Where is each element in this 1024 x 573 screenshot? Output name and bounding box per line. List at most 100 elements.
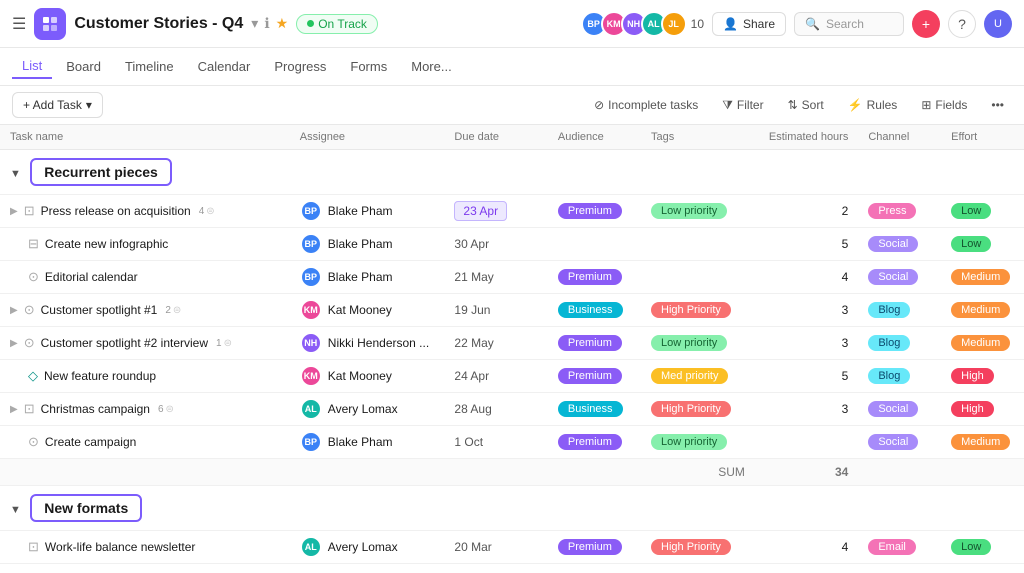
effort-cell: High: [941, 393, 1024, 426]
add-task-button[interactable]: + Add Task ▾: [12, 92, 103, 118]
tags-cell: Low priority: [641, 195, 755, 228]
due-date-cell: 1 Oct: [444, 426, 547, 459]
add-button[interactable]: +: [912, 10, 940, 38]
effort-badge: High: [951, 401, 994, 417]
table-row: ⊡ Work-life balance newsletter AL Avery …: [0, 531, 1024, 564]
tab-more[interactable]: More...: [401, 55, 461, 78]
tab-progress[interactable]: Progress: [264, 55, 336, 78]
section-toggle-recurrent[interactable]: ▼: [10, 168, 21, 180]
assignee-cell: KM Kat Mooney: [290, 360, 445, 393]
task-name[interactable]: Customer spotlight #1: [41, 303, 158, 317]
expand-arrow[interactable]: ▶: [10, 305, 18, 316]
chevron-down-icon[interactable]: ▾: [251, 15, 258, 32]
hours-cell: [755, 426, 858, 459]
effort-badge: Low: [951, 539, 991, 555]
section-toggle-new-formats[interactable]: ▼: [10, 504, 21, 516]
audience-badge: Premium: [558, 539, 622, 555]
task-icon: ⊡: [28, 539, 39, 555]
task-icon: ◇: [28, 368, 38, 384]
expand-arrow[interactable]: ▶: [10, 338, 18, 349]
info-icon[interactable]: ℹ: [264, 15, 269, 32]
tab-timeline[interactable]: Timeline: [115, 55, 184, 78]
task-name[interactable]: Work-life balance newsletter: [45, 540, 196, 554]
title-icons: ▾ ℹ ★: [251, 15, 288, 32]
tab-calendar[interactable]: Calendar: [188, 55, 261, 78]
task-name-cell: ▶ ⊙ Customer spotlight #2 interview 1 ⊜: [0, 327, 290, 360]
dropdown-arrow-icon[interactable]: ▾: [86, 98, 92, 112]
effort-cell: Medium: [941, 261, 1024, 294]
search-icon: 🔍: [805, 17, 820, 31]
search-box[interactable]: 🔍 Search: [794, 12, 904, 36]
help-button[interactable]: ?: [948, 10, 976, 38]
table-row: ⊙ Create campaign BP Blake Pham 1 Oct Pr…: [0, 426, 1024, 459]
audience-cell: Business: [548, 564, 641, 565]
channel-badge: Blog: [868, 302, 910, 318]
tab-board[interactable]: Board: [56, 55, 111, 78]
section-header-new-formats: ▼ New formats: [0, 486, 1024, 531]
expand-arrow[interactable]: ▶: [10, 404, 18, 415]
audience-badge: Premium: [558, 434, 622, 450]
tab-forms[interactable]: Forms: [340, 55, 397, 78]
due-date-cell: 21 May: [444, 261, 547, 294]
task-name[interactable]: New feature roundup: [44, 369, 156, 383]
task-name[interactable]: Press release on acquisition: [41, 204, 191, 218]
table-row: ⊙ Roadmap JL Jennifer Lu 25 Mar Business…: [0, 564, 1024, 565]
task-name-cell: ⊟ Create new infographic: [0, 228, 290, 261]
rules-button[interactable]: ⚡ Rules: [840, 94, 906, 116]
channel-badge: Email: [868, 539, 916, 555]
due-date: 23 Apr: [454, 201, 507, 221]
tags-cell: High Priority: [641, 531, 755, 564]
assignee-name: Kat Mooney: [328, 369, 392, 383]
col-task-name: Task name: [0, 125, 290, 150]
effort-badge: High: [951, 368, 994, 384]
effort-cell: Medium: [941, 564, 1024, 565]
task-name[interactable]: Christmas campaign: [41, 402, 150, 416]
task-name[interactable]: Editorial calendar: [45, 270, 138, 284]
user-avatar[interactable]: U: [984, 10, 1012, 38]
tags-cell: [641, 261, 755, 294]
tags-cell: [641, 228, 755, 261]
task-icon: ⊟: [28, 236, 39, 252]
task-icon: ⊙: [24, 335, 35, 351]
table-container: Task name Assignee Due date Audience Tag…: [0, 125, 1024, 564]
toolbar: + Add Task ▾ ⊘ Incomplete tasks ⧩ Filter…: [0, 86, 1024, 125]
tab-list[interactable]: List: [12, 54, 52, 79]
audience-cell: Premium: [548, 426, 641, 459]
fields-icon: ⊞: [921, 98, 931, 112]
fields-button[interactable]: ⊞ Fields: [913, 94, 975, 116]
tags-badge: Med priority: [651, 368, 728, 384]
nav-tabs: List Board Timeline Calendar Progress Fo…: [0, 48, 1024, 86]
star-icon[interactable]: ★: [276, 15, 289, 32]
assignee-name: Blake Pham: [328, 237, 393, 251]
channel-badge: Social: [868, 434, 918, 450]
col-tags: Tags: [641, 125, 755, 150]
sort-button[interactable]: ⇅ Sort: [780, 94, 832, 116]
status-label: On Track: [318, 17, 367, 31]
hours-cell: 4: [755, 531, 858, 564]
section-header-recurrent: ▼ Recurrent pieces: [0, 150, 1024, 195]
expand-arrow[interactable]: ▶: [10, 206, 18, 217]
task-icon: ⊙: [28, 434, 39, 450]
task-name[interactable]: Create new infographic: [45, 237, 168, 251]
incomplete-tasks-filter[interactable]: ⊘ Incomplete tasks: [586, 94, 706, 116]
filter-button[interactable]: ⧩ Filter: [714, 94, 771, 117]
share-button[interactable]: 👤 Share: [712, 12, 786, 36]
tags-cell: Low priority: [641, 426, 755, 459]
assignee-cell: JL Jennifer Lu: [290, 564, 445, 565]
task-table: Task name Assignee Due date Audience Tag…: [0, 125, 1024, 564]
assignee-cell: AL Avery Lomax: [290, 531, 445, 564]
menu-icon[interactable]: ☰: [12, 14, 26, 34]
audience-badge: Business: [558, 401, 623, 417]
due-date-cell: 25 Mar: [444, 564, 547, 565]
task-name[interactable]: Customer spotlight #2 interview: [41, 336, 208, 350]
tags-badge: High Priority: [651, 401, 731, 417]
task-name[interactable]: Create campaign: [45, 435, 136, 449]
tags-badge: Low priority: [651, 434, 727, 450]
more-options-button[interactable]: •••: [983, 94, 1012, 116]
table-row: ▶ ⊡ Press release on acquisition 4 ⊜ BP …: [0, 195, 1024, 228]
tags-cell: High Priority: [641, 294, 755, 327]
section-title-new-formats: New formats: [30, 494, 142, 522]
col-channel: Channel: [858, 125, 941, 150]
audience-cell: Premium: [548, 195, 641, 228]
due-date: 19 Jun: [454, 303, 490, 317]
